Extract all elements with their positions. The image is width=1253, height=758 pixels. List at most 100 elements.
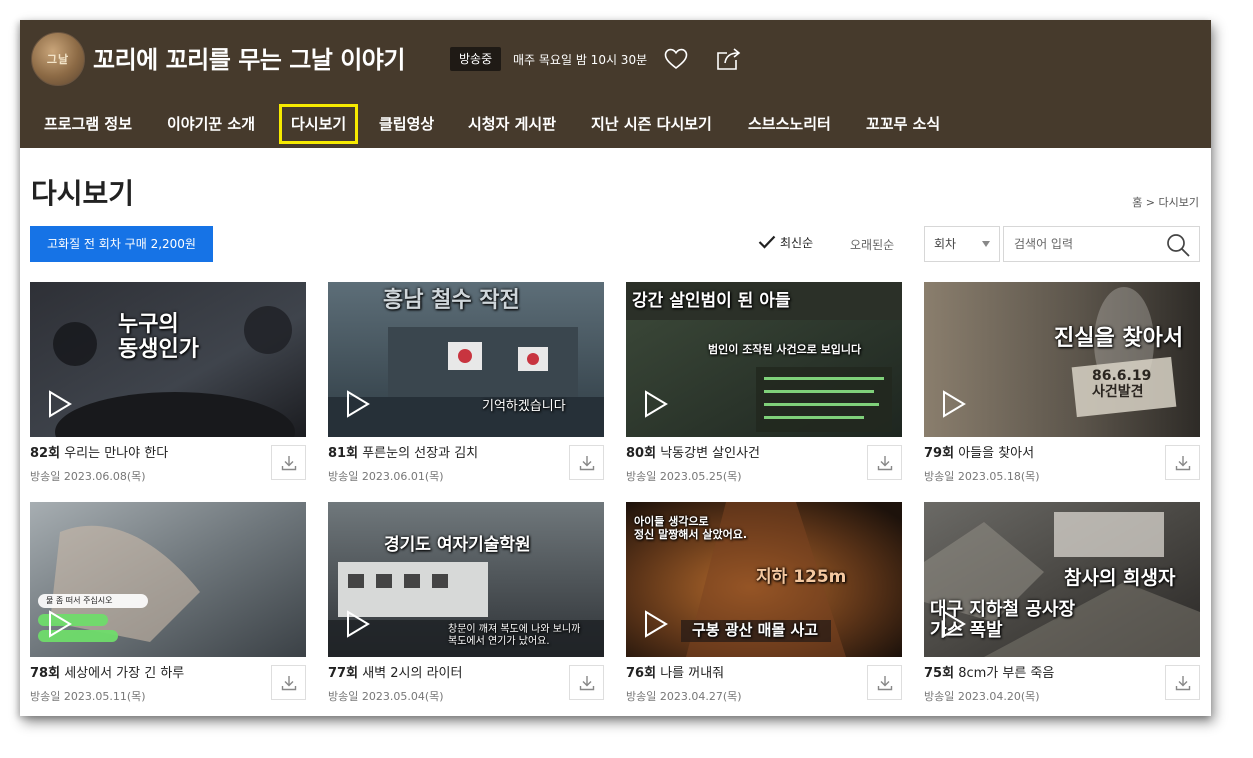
download-button[interactable] (1165, 665, 1200, 700)
download-button[interactable] (867, 445, 902, 480)
play-icon[interactable] (346, 610, 370, 638)
download-button[interactable] (271, 445, 306, 480)
download-button[interactable] (569, 665, 604, 700)
download-button[interactable] (271, 665, 306, 700)
episode-title[interactable]: 79회 아들을 찾아서 (924, 442, 1034, 461)
search-scope-select[interactable]: 회차 (924, 226, 1000, 262)
download-icon (1175, 456, 1191, 471)
thumbnail-caption: 참사의 희생자 (1064, 567, 1176, 589)
episode-number: 82회 (30, 446, 61, 461)
play-icon[interactable] (942, 390, 966, 418)
episode-thumbnail[interactable]: 누구의 동생인가 (30, 282, 306, 437)
onair-badge: 방송중 (450, 47, 502, 71)
program-title[interactable]: 꼬리에 꼬리를 무는 그날 이야기 (93, 40, 405, 75)
thumbnail-subcaption: 창문이 깨져 복도에 나와 보니까 복도에서 연기가 났어요. (448, 624, 581, 647)
episode-thumbnail[interactable]: 경기도 여자기술학원 창문이 깨져 복도에 나와 보니까 복도에서 연기가 났어… (328, 502, 604, 657)
episode-date: 방송일 2023.05.11(목) (30, 690, 146, 703)
play-icon[interactable] (942, 610, 966, 638)
thumbnail-subcaption: 지하 125m (756, 567, 847, 587)
episode-date: 방송일 2023.04.27(목) (626, 690, 742, 703)
episode-name: 나를 꺼내줘 (660, 666, 725, 681)
heart-icon[interactable] (664, 48, 688, 70)
nav-past-seasons[interactable]: 지난 시즌 다시보기 (591, 104, 712, 144)
thumbnail-subcaption: 86.6.19 사건발견 (1092, 368, 1152, 401)
nav-news[interactable]: 꼬꼬무 소식 (866, 104, 940, 144)
episode-card: 강간 살인범이 된 아들 범인이 조작된 사건으로 보입니다 80회 낙동강변 … (626, 282, 902, 487)
episode-name: 푸른눈의 선장과 김치 (362, 446, 479, 461)
episode-number: 79회 (924, 446, 955, 461)
thumbnail-caption: 강간 살인범이 된 아들 (632, 291, 791, 311)
download-icon (877, 676, 893, 691)
episode-thumbnail[interactable]: 아이들 생각으로 정신 말짱해서 살았어요. 지하 125m 구봉 광산 매몰 … (626, 502, 902, 657)
share-icon[interactable] (715, 47, 741, 71)
episode-number: 80회 (626, 446, 657, 461)
episode-name: 우리는 만나야 한다 (64, 446, 169, 461)
page-title: 다시보기 (31, 177, 135, 210)
program-logo[interactable]: 그날 (31, 32, 85, 86)
thumbnail-caption: 진실을 찾아서 (1054, 325, 1184, 351)
nav-clips[interactable]: 클립영상 (379, 104, 434, 144)
episode-card: 진실을 찾아서 86.6.19 사건발견 79회 아들을 찾아서 방송일 202… (924, 282, 1200, 487)
download-button[interactable] (867, 665, 902, 700)
download-icon (1175, 676, 1191, 691)
episode-card: 참사의 희생자 대구 지하철 공사장 가스 폭발 75회 8cm가 부른 죽음 … (924, 502, 1200, 707)
play-icon[interactable] (48, 390, 72, 418)
episode-thumbnail[interactable]: 물 좀 떠서 주십시오 (30, 502, 306, 657)
episode-title[interactable]: 77회 새벽 2시의 라이터 (328, 662, 462, 681)
nav-storytellers[interactable]: 이야기꾼 소개 (167, 104, 255, 144)
download-button[interactable] (1165, 445, 1200, 480)
episode-card: 아이들 생각으로 정신 말짱해서 살았어요. 지하 125m 구봉 광산 매몰 … (626, 502, 902, 707)
download-icon (579, 456, 595, 471)
nav-replay[interactable]: 다시보기 (279, 104, 359, 144)
download-button[interactable] (569, 445, 604, 480)
episode-card: 흥남 철수 작전 기억하겠습니다 81회 푸른눈의 선장과 김치 방송일 202… (328, 282, 604, 487)
episode-thumbnail[interactable]: 흥남 철수 작전 기억하겠습니다 (328, 282, 604, 437)
play-icon[interactable] (644, 390, 668, 418)
nav-viewer-board[interactable]: 시청자 게시판 (468, 104, 556, 144)
check-icon (758, 235, 776, 249)
thumbnail-subcaption: 기억하겠습니다 (482, 399, 566, 414)
breadcrumb[interactable]: 홈 > 다시보기 (1132, 194, 1199, 210)
download-icon (877, 456, 893, 471)
episode-date: 방송일 2023.06.01(목) (328, 470, 444, 483)
play-icon[interactable] (644, 610, 668, 638)
sort-oldest-option[interactable]: 오래된순 (850, 236, 894, 253)
episode-card: 경기도 여자기술학원 창문이 깨져 복도에 나와 보니까 복도에서 연기가 났어… (328, 502, 604, 707)
episode-date: 방송일 2023.05.18(목) (924, 470, 1040, 483)
search-input[interactable] (1004, 227, 1154, 261)
episode-thumbnail[interactable]: 진실을 찾아서 86.6.19 사건발견 (924, 282, 1200, 437)
thumbnail-subcaption: 물 좀 떠서 주십시오 (46, 596, 113, 605)
buy-all-episodes-button[interactable]: 고화질 전 회차 구매 2,200원 (30, 226, 213, 262)
broadcast-schedule: 매주 목요일 밤 10시 30분 (513, 53, 648, 67)
search-icon[interactable] (1165, 232, 1191, 258)
episode-title[interactable]: 78회 세상에서 가장 긴 하루 (30, 662, 184, 681)
play-icon[interactable] (346, 390, 370, 418)
nav-program-info[interactable]: 프로그램 정보 (44, 104, 132, 144)
episode-title[interactable]: 76회 나를 꺼내줘 (626, 662, 724, 681)
episode-title[interactable]: 81회 푸른눈의 선장과 김치 (328, 442, 478, 461)
episode-name: 8cm가 부른 죽음 (958, 666, 1055, 681)
thumbnail-caption: 아이들 생각으로 정신 말짱해서 살았어요. (634, 515, 748, 541)
episode-number: 77회 (328, 666, 359, 681)
search-box (1003, 226, 1200, 262)
episode-number: 75회 (924, 666, 955, 681)
browser-page: 그날 꼬리에 꼬리를 무는 그날 이야기 방송중 매주 목요일 밤 10시 30… (20, 20, 1211, 716)
episode-name: 새벽 2시의 라이터 (362, 666, 463, 681)
thumbnail-caption: 경기도 여자기술학원 (384, 535, 531, 555)
thumbnail-subcaption: 범인이 조작된 사건으로 보입니다 (708, 343, 862, 356)
thumbnail-caption: 흥남 철수 작전 (383, 288, 520, 313)
episode-thumbnail[interactable]: 참사의 희생자 대구 지하철 공사장 가스 폭발 (924, 502, 1200, 657)
sort-latest-option[interactable]: 최신순 (758, 234, 813, 251)
play-icon[interactable] (48, 610, 72, 638)
episode-date: 방송일 2023.04.20(목) (924, 690, 1040, 703)
episode-date: 방송일 2023.05.25(목) (626, 470, 742, 483)
program-nav: 프로그램 정보 이야기꾼 소개 다시보기 클립영상 시청자 게시판 지난 시즌 … (20, 104, 1211, 144)
nav-sbs-noriter[interactable]: 스브스노리터 (748, 104, 831, 144)
episode-number: 81회 (328, 446, 359, 461)
episode-title[interactable]: 80회 낙동강변 살인사건 (626, 442, 760, 461)
episode-name: 세상에서 가장 긴 하루 (64, 666, 185, 681)
sort-latest-label: 최신순 (780, 236, 814, 250)
episode-title[interactable]: 82회 우리는 만나야 한다 (30, 442, 168, 461)
episode-title[interactable]: 75회 8cm가 부른 죽음 (924, 662, 1054, 681)
episode-thumbnail[interactable]: 강간 살인범이 된 아들 범인이 조작된 사건으로 보입니다 (626, 282, 902, 437)
